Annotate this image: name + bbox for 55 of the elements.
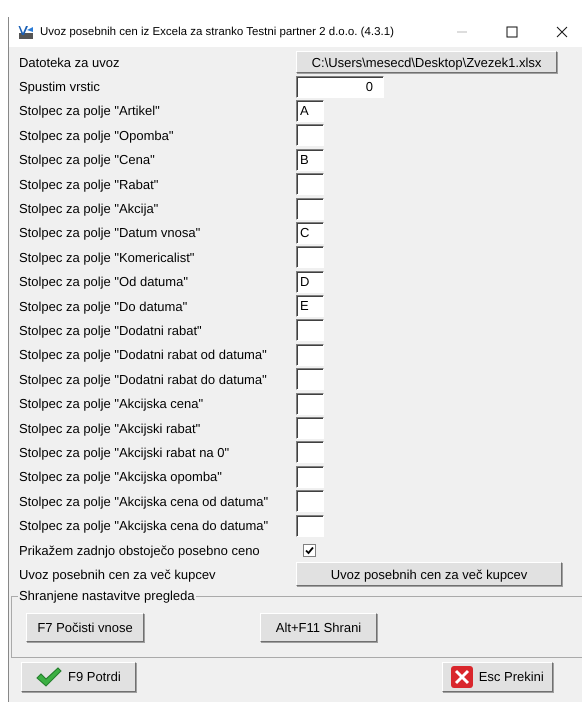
- close-icon: [450, 666, 473, 688]
- close-button[interactable]: [556, 26, 568, 38]
- field-label: Uvoz posebnih cen za več kupcev: [19, 566, 217, 582]
- input-field[interactable]: [296, 466, 324, 488]
- field-label: Stolpec za polje "Akcijska opomba": [19, 469, 223, 484]
- checkmark-icon: [36, 666, 62, 687]
- input-field[interactable]: A: [296, 100, 324, 122]
- field-label: Stolpec za polje "Cena": [19, 152, 156, 168]
- input-field[interactable]: [296, 392, 324, 415]
- field-label: Stolpec za polje "Rabat": [19, 176, 160, 192]
- field-label: Stolpec za polje "Dodatni rabat do datuma": [19, 372, 268, 387]
- field-label: Stolpec za polje "Akcijski rabat": [19, 420, 202, 436]
- multi-import-button[interactable]: Uvoz posebnih cen za več kupcev: [296, 562, 562, 586]
- field-label: Stolpec za polje "Akcijska cena do datuma": [19, 518, 270, 534]
- input-field[interactable]: 0: [296, 76, 384, 98]
- group-title: Shranjene nastavitve pregleda: [18, 588, 196, 603]
- input-field[interactable]: [296, 417, 324, 440]
- input-field[interactable]: [296, 246, 324, 268]
- field-label: Stolpec za polje "Komericalist": [19, 250, 196, 265]
- field-label: Stolpec za polje "Opomba": [19, 128, 174, 143]
- field-label: Stolpec za polje "Akcijska cena": [19, 396, 204, 412]
- input-field[interactable]: [296, 173, 324, 196]
- field-label: Stolpec za polje "Akcija": [19, 201, 160, 216]
- field-label: Stolpec za polje "Dodatni rabat od datuma": [19, 347, 268, 362]
- save-button[interactable]: Alt+F11 Shrani: [260, 612, 377, 642]
- maximize-button[interactable]: [506, 26, 518, 38]
- input-field[interactable]: [296, 514, 324, 537]
- input-field[interactable]: C: [296, 222, 324, 244]
- input-field[interactable]: [296, 124, 324, 146]
- input-field[interactable]: B: [296, 148, 324, 171]
- field-label: Stolpec za polje "Od datuma": [19, 274, 189, 290]
- field-label: Stolpec za polje "Dodatni rabat": [19, 322, 203, 338]
- checkbox-label: Prikažem zadnjo obstoječo posebno ceno: [19, 542, 261, 558]
- cancel-button[interactable]: Esc Prekini: [442, 662, 553, 692]
- field-label: Stolpec za polje "Akcijski rabat na 0": [19, 444, 230, 460]
- app-logo-icon: [18, 24, 34, 40]
- checkbox[interactable]: [303, 544, 316, 556]
- field-label: Spustim vrstic: [19, 79, 101, 94]
- input-field[interactable]: [296, 490, 324, 512]
- input-field[interactable]: [296, 198, 324, 220]
- input-field[interactable]: [296, 344, 324, 366]
- input-field[interactable]: [296, 319, 324, 342]
- field-label: Stolpec za polje "Artikel": [19, 103, 161, 118]
- input-field[interactable]: [296, 441, 324, 464]
- window-title: Uvoz posebnih cen iz Excela za stranko Testni partner 2 d.o.o. (4.3.1): [40, 26, 395, 38]
- field-label: Stolpec za polje "Do datuma": [19, 298, 188, 314]
- clear-button[interactable]: F7 Počisti vnose: [26, 612, 144, 642]
- input-field[interactable]: D: [296, 270, 324, 293]
- confirm-button[interactable]: F9 Potrdi: [21, 662, 136, 692]
- file-path-button[interactable]: C:\Users\mesecd\Desktop\Zvezek1.xlsx: [296, 51, 557, 74]
- field-label: Stolpec za polje "Datum vnosa": [19, 225, 202, 240]
- field-label: Datoteka za uvoz: [19, 54, 120, 70]
- input-field[interactable]: E: [296, 295, 324, 318]
- field-label: Stolpec za polje "Akcijska cena od datuma": [19, 494, 270, 509]
- input-field[interactable]: [296, 368, 324, 390]
